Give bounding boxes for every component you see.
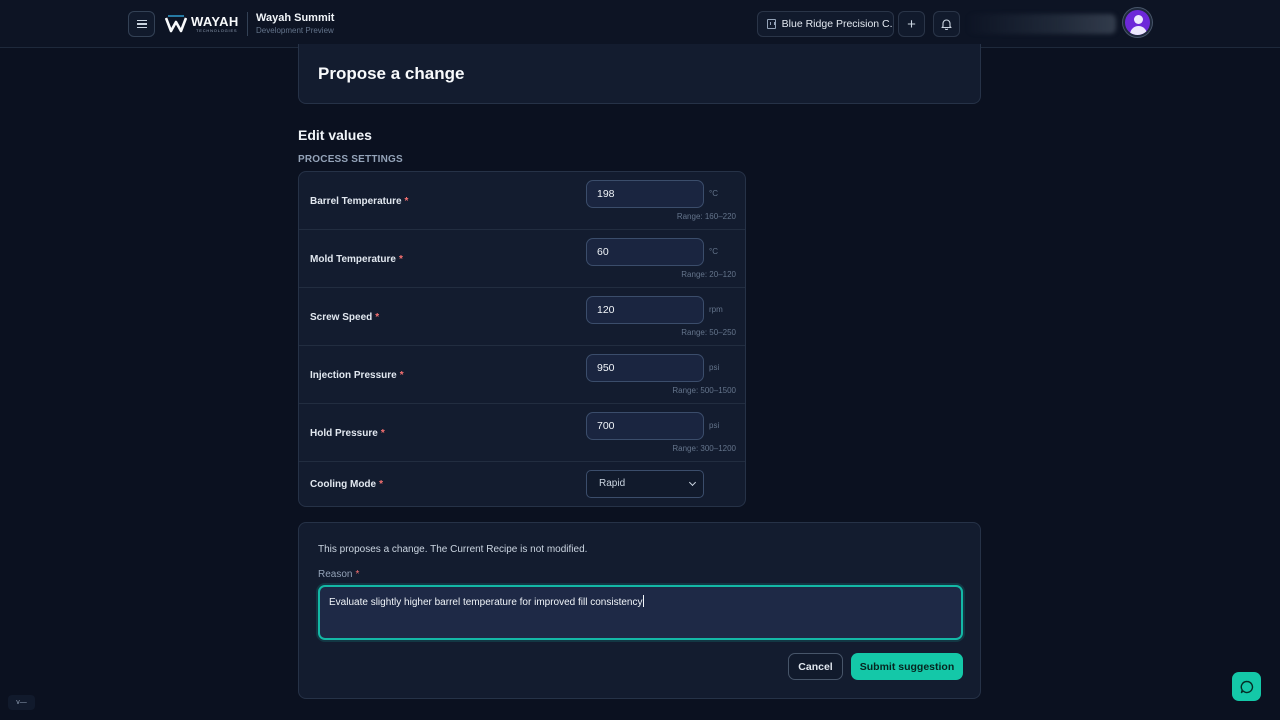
wayah-logo[interactable]: WAYAH TECHNOLOGIES [165,12,241,36]
brand-divider [247,12,248,36]
menu-button[interactable] [128,11,155,37]
logo-mark-icon [165,15,187,33]
top-bar: WAYAH TECHNOLOGIES Wayah Summit Developm… [0,0,1280,48]
version-badge[interactable]: v— [8,695,35,710]
range-hint: Range: 300–1200 [672,444,736,453]
page-title: Propose a change [318,64,465,83]
range-hint: Range: 50–250 [681,328,736,337]
add-button[interactable]: + [898,11,925,37]
setting-label: Cooling Mode * [310,479,384,490]
setting-row-barrel-temperature: Barrel Temperature* °C Range: 160–220 [299,172,745,230]
organization-name: Blue Ridge Precision C... [781,18,893,30]
cooling-mode-value: Rapid [599,478,626,489]
page-header-card: Propose a change [298,44,981,104]
reason-label: Reason * [318,569,360,580]
setting-label: Injection Pressure * [310,370,404,381]
range-hint: Range: 160–220 [676,212,736,221]
avatar-head [1134,15,1143,24]
proposal-notice: This proposes a change. The Current Reci… [318,544,588,555]
chat-icon [1240,680,1253,693]
user-info-redacted [966,14,1116,34]
setting-row-mold-temperature: Mold Temperature* °C Range: 20–120 [299,230,745,288]
range-hint: Range: 500–1500 [672,386,736,395]
user-avatar[interactable] [1123,8,1152,37]
building-icon [767,19,776,29]
barrel-temperature-input[interactable] [586,180,704,208]
submit-suggestion-button[interactable]: Submit suggestion [851,653,963,680]
setting-label: Screw Speed * [310,312,380,323]
setting-label: Mold Temperature * [310,254,403,265]
cancel-button[interactable]: Cancel [788,653,843,680]
unit-label: rpm [709,305,723,314]
unit-label: psi [709,421,720,430]
range-hint: Range: 20–120 [681,270,736,279]
notifications-button[interactable] [933,11,960,37]
unit-label: psi [709,363,720,372]
setting-row-cooling-mode: Cooling Mode * Rapid [299,462,745,506]
process-settings-card: Barrel Temperature* °C Range: 160–220 Mo… [298,171,746,507]
unit-label: °C [709,189,718,198]
reason-text: Evaluate slightly higher barrel temperat… [329,597,643,608]
app-subtitle: Development Preview [256,26,334,35]
setting-label: Barrel Temperature * [310,196,409,207]
hold-pressure-input[interactable] [586,412,704,440]
unit-label: °C [709,247,718,256]
setting-row-hold-pressure: Hold Pressure* psi Range: 300–1200 [299,404,745,462]
text-caret [643,595,645,607]
plus-icon: + [907,15,916,33]
hamburger-icon [136,20,147,27]
organization-selector[interactable]: Blue Ridge Precision C... [757,11,894,37]
logo-subtext: TECHNOLOGIES [196,28,238,33]
mold-temperature-input[interactable] [586,238,704,266]
app-title: Wayah Summit [256,12,335,24]
cooling-mode-select[interactable]: Rapid [586,470,704,498]
chat-button[interactable] [1232,672,1261,701]
setting-row-injection-pressure: Injection Pressure* psi Range: 500–1500 [299,346,745,404]
section-title: Edit values [298,127,372,143]
reason-textarea[interactable]: Evaluate slightly higher barrel temperat… [318,585,963,640]
setting-label: Hold Pressure * [310,428,385,439]
logo-wordmark: WAYAH [191,14,239,29]
reason-card: This proposes a change. The Current Reci… [298,522,981,699]
setting-row-screw-speed: Screw Speed* rpm Range: 50–250 [299,288,745,346]
injection-pressure-input[interactable] [586,354,704,382]
avatar-body [1130,26,1147,35]
chevron-down-icon [688,478,697,487]
screw-speed-input[interactable] [586,296,704,324]
section-subtitle: PROCESS SETTINGS [298,154,403,165]
bell-icon [941,19,952,30]
